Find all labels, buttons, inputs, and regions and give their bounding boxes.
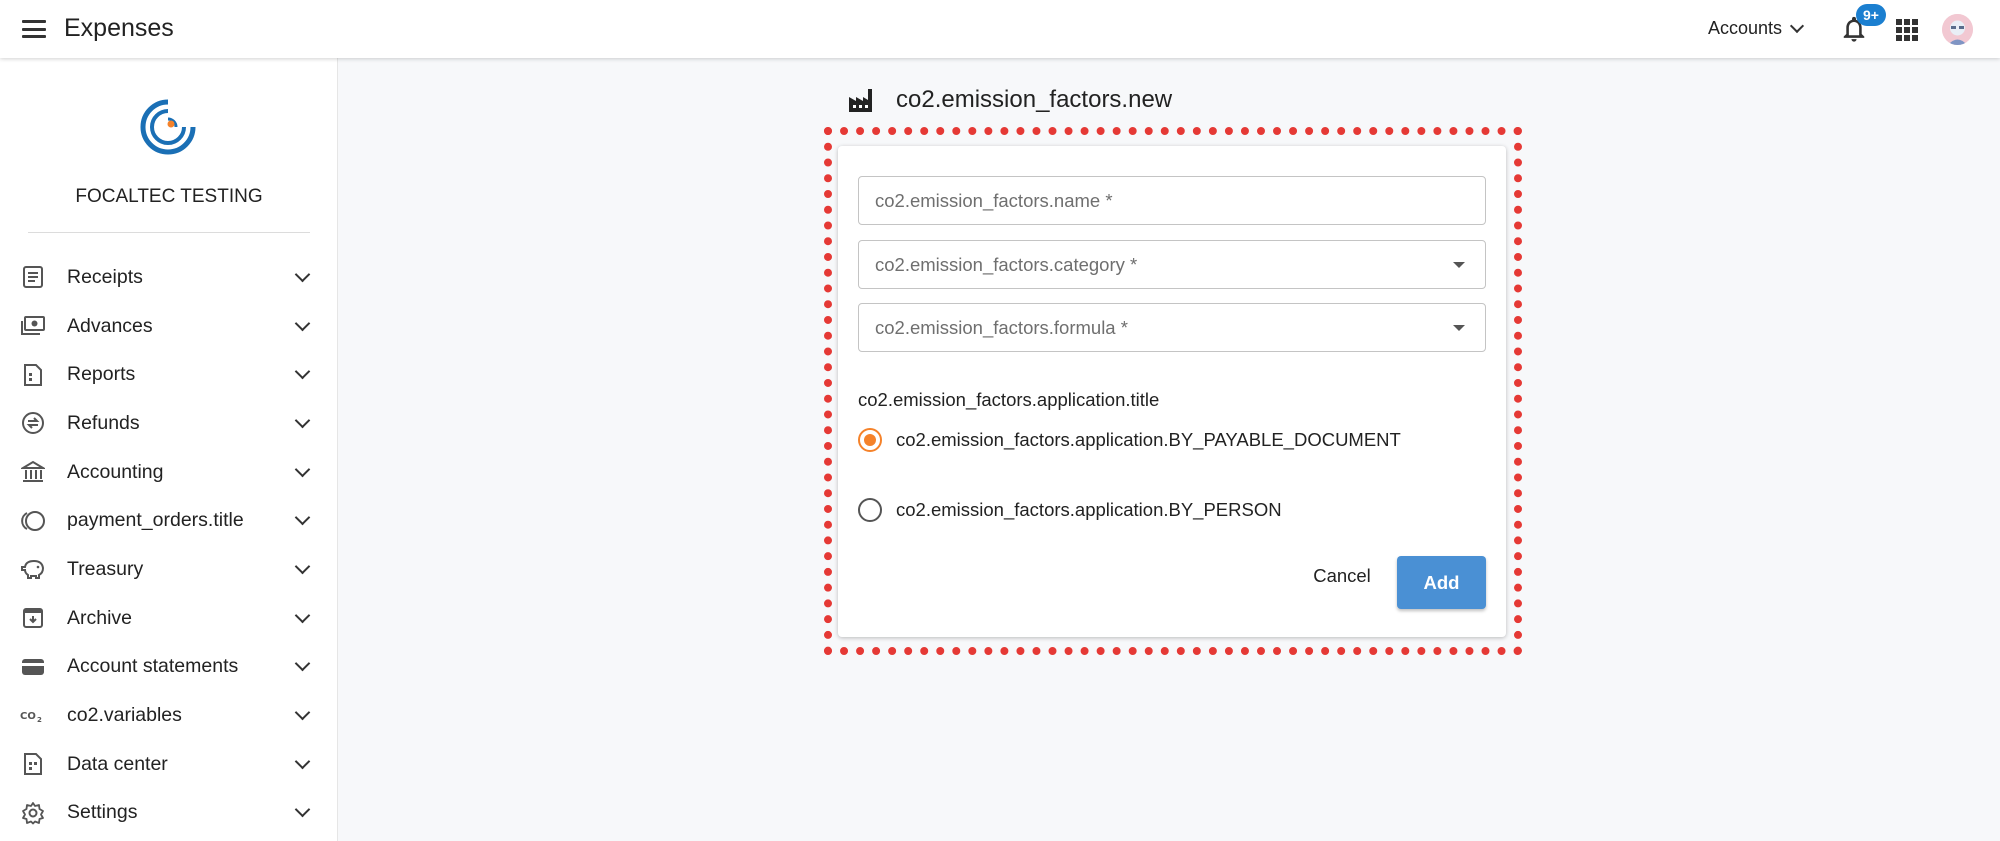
- sidebar-item-accounting[interactable]: Accounting: [0, 448, 338, 497]
- formula-select-label: co2.emission_factors.formula *: [875, 317, 1128, 338]
- name-input[interactable]: [859, 177, 1485, 224]
- accounts-dropdown[interactable]: Accounts: [1708, 18, 1805, 39]
- gear-icon: [20, 801, 46, 825]
- cancel-button[interactable]: Cancel: [1304, 556, 1380, 596]
- sidebar-item-label: Archive: [67, 606, 133, 629]
- radio-by-person[interactable]: co2.emission_factors.application.BY_PERS…: [858, 498, 1282, 522]
- radio-button-checked[interactable]: [858, 428, 882, 452]
- chevron-down-icon: [294, 363, 311, 380]
- chevron-down-icon: [294, 802, 311, 818]
- sidebar-item-refunds[interactable]: Refunds: [0, 399, 338, 448]
- chevron-down-icon: [294, 412, 311, 429]
- radio-label: co2.emission_factors.application.BY_PAYA…: [896, 429, 1401, 450]
- chevron-down-icon: [294, 753, 311, 769]
- sidebar-item-data-center[interactable]: Data center: [0, 740, 338, 789]
- formula-select[interactable]: co2.emission_factors.formula *: [858, 303, 1486, 352]
- factory-icon: [849, 89, 872, 112]
- add-button[interactable]: Add: [1397, 556, 1486, 609]
- sidebar-item-archive[interactable]: Archive: [0, 594, 338, 643]
- co2-icon: CO 2: [20, 704, 46, 728]
- report-icon: [20, 363, 46, 387]
- application-title: co2.emission_factors.application.title: [858, 389, 1160, 410]
- radio-by-payable-document[interactable]: co2.emission_factors.application.BY_PAYA…: [858, 428, 1401, 452]
- sidebar-nav: Receipts Advances Reports Refunds Accoun…: [0, 253, 338, 837]
- apps-grid-icon[interactable]: [1896, 19, 1918, 41]
- svg-text:CO: CO: [20, 711, 36, 722]
- emission-factor-form: co2.emission_factors.category * co2.emis…: [838, 146, 1506, 637]
- chevron-down-icon: [294, 461, 311, 477]
- sidebar-item-label: payment_orders.title: [67, 509, 244, 532]
- category-select-label: co2.emission_factors.category *: [875, 254, 1138, 275]
- chevron-down-icon: [294, 558, 311, 575]
- accounts-label: Accounts: [1708, 18, 1783, 38]
- piggy-bank-icon: [20, 557, 46, 581]
- chevron-down-icon: [294, 510, 311, 526]
- radio-label: co2.emission_factors.application.BY_PERS…: [896, 499, 1282, 520]
- sidebar-item-label: Refunds: [67, 411, 140, 434]
- sidebar-item-payment-orders[interactable]: payment_orders.title: [0, 496, 338, 545]
- sidebar-item-label: Accounting: [67, 460, 164, 483]
- top-bar: Expenses Accounts 9+: [0, 0, 2000, 58]
- sidebar-item-account-statements[interactable]: Account statements: [0, 643, 338, 692]
- dropdown-arrow-icon: [1453, 262, 1465, 268]
- sidebar-item-settings[interactable]: Settings: [0, 789, 338, 838]
- sidebar-item-label: co2.variables: [67, 704, 182, 727]
- menu-icon[interactable]: [20, 17, 48, 41]
- sidebar-item-label: Reports: [67, 363, 136, 386]
- cash-icon: [20, 314, 46, 338]
- app-title: Expenses: [64, 14, 174, 42]
- sidebar-item-label: Receipts: [67, 265, 143, 288]
- page-header: co2.emission_factors.new: [848, 86, 1172, 114]
- sidebar-item-co2-variables[interactable]: CO 2 co2.variables: [0, 691, 338, 740]
- category-select[interactable]: co2.emission_factors.category *: [858, 240, 1486, 289]
- notification-badge: 9+: [1856, 4, 1886, 26]
- sidebar-item-receipts[interactable]: Receipts: [0, 253, 338, 302]
- coins-icon: [20, 509, 46, 533]
- radio-button-unchecked[interactable]: [858, 498, 882, 522]
- chevron-down-icon: [1789, 18, 1805, 34]
- chevron-down-icon: [294, 704, 311, 721]
- sidebar: FOCALTEC TESTING Receipts Advances Repor…: [0, 58, 338, 841]
- sidebar-item-label: Treasury: [67, 557, 144, 580]
- avatar[interactable]: [1942, 14, 1973, 45]
- wallet-icon: [20, 655, 46, 679]
- data-center-icon: [20, 752, 46, 776]
- page-title: co2.emission_factors.new: [896, 86, 1173, 113]
- sidebar-item-reports[interactable]: Reports: [0, 350, 338, 399]
- archive-icon: [20, 606, 46, 630]
- sidebar-item-advances[interactable]: Advances: [0, 302, 338, 351]
- refund-icon: [20, 411, 46, 435]
- org-name: FOCALTEC TESTING: [75, 186, 263, 207]
- sidebar-item-label: Data center: [67, 752, 168, 775]
- sidebar-item-label: Advances: [67, 314, 153, 337]
- sidebar-item-treasury[interactable]: Treasury: [0, 545, 338, 594]
- chevron-down-icon: [294, 266, 311, 283]
- company-logo: [140, 99, 196, 155]
- sidebar-item-label: Settings: [67, 801, 138, 824]
- chevron-down-icon: [294, 656, 311, 672]
- chevron-down-icon: [294, 607, 311, 623]
- sidebar-divider: [28, 232, 310, 233]
- chevron-down-icon: [294, 315, 311, 331]
- svg-text:2: 2: [37, 716, 42, 723]
- name-field[interactable]: [858, 176, 1486, 225]
- dropdown-arrow-icon: [1453, 325, 1465, 331]
- receipt-icon: [20, 265, 46, 289]
- bank-icon: [20, 460, 46, 484]
- sidebar-item-label: Account statements: [67, 655, 239, 678]
